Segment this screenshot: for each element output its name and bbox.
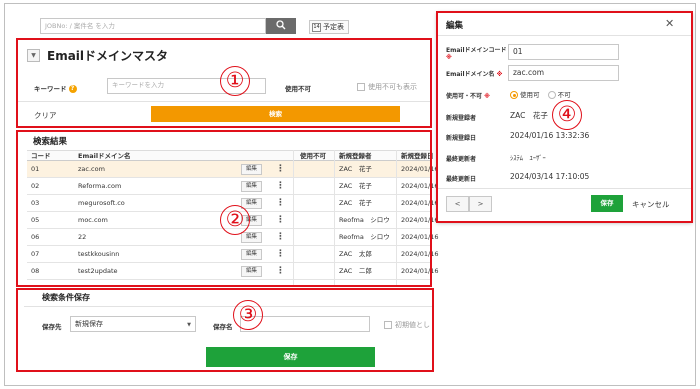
annotation-number-3: ③ bbox=[233, 300, 263, 330]
calendar-icon: 14 bbox=[312, 22, 321, 32]
annotation-number-1: ① bbox=[220, 66, 250, 96]
schedule-label: 予定表 bbox=[323, 23, 344, 31]
search-button[interactable] bbox=[266, 18, 296, 34]
annotation-number-2: ② bbox=[220, 205, 250, 235]
schedule-button[interactable]: 14 予定表 bbox=[309, 20, 349, 34]
annotation-box-3 bbox=[16, 288, 434, 372]
annotation-number-4: ④ bbox=[552, 100, 582, 130]
job-search-input[interactable]: JOBNo: / 案件名 を入力 bbox=[40, 18, 266, 34]
search-icon bbox=[276, 20, 286, 30]
